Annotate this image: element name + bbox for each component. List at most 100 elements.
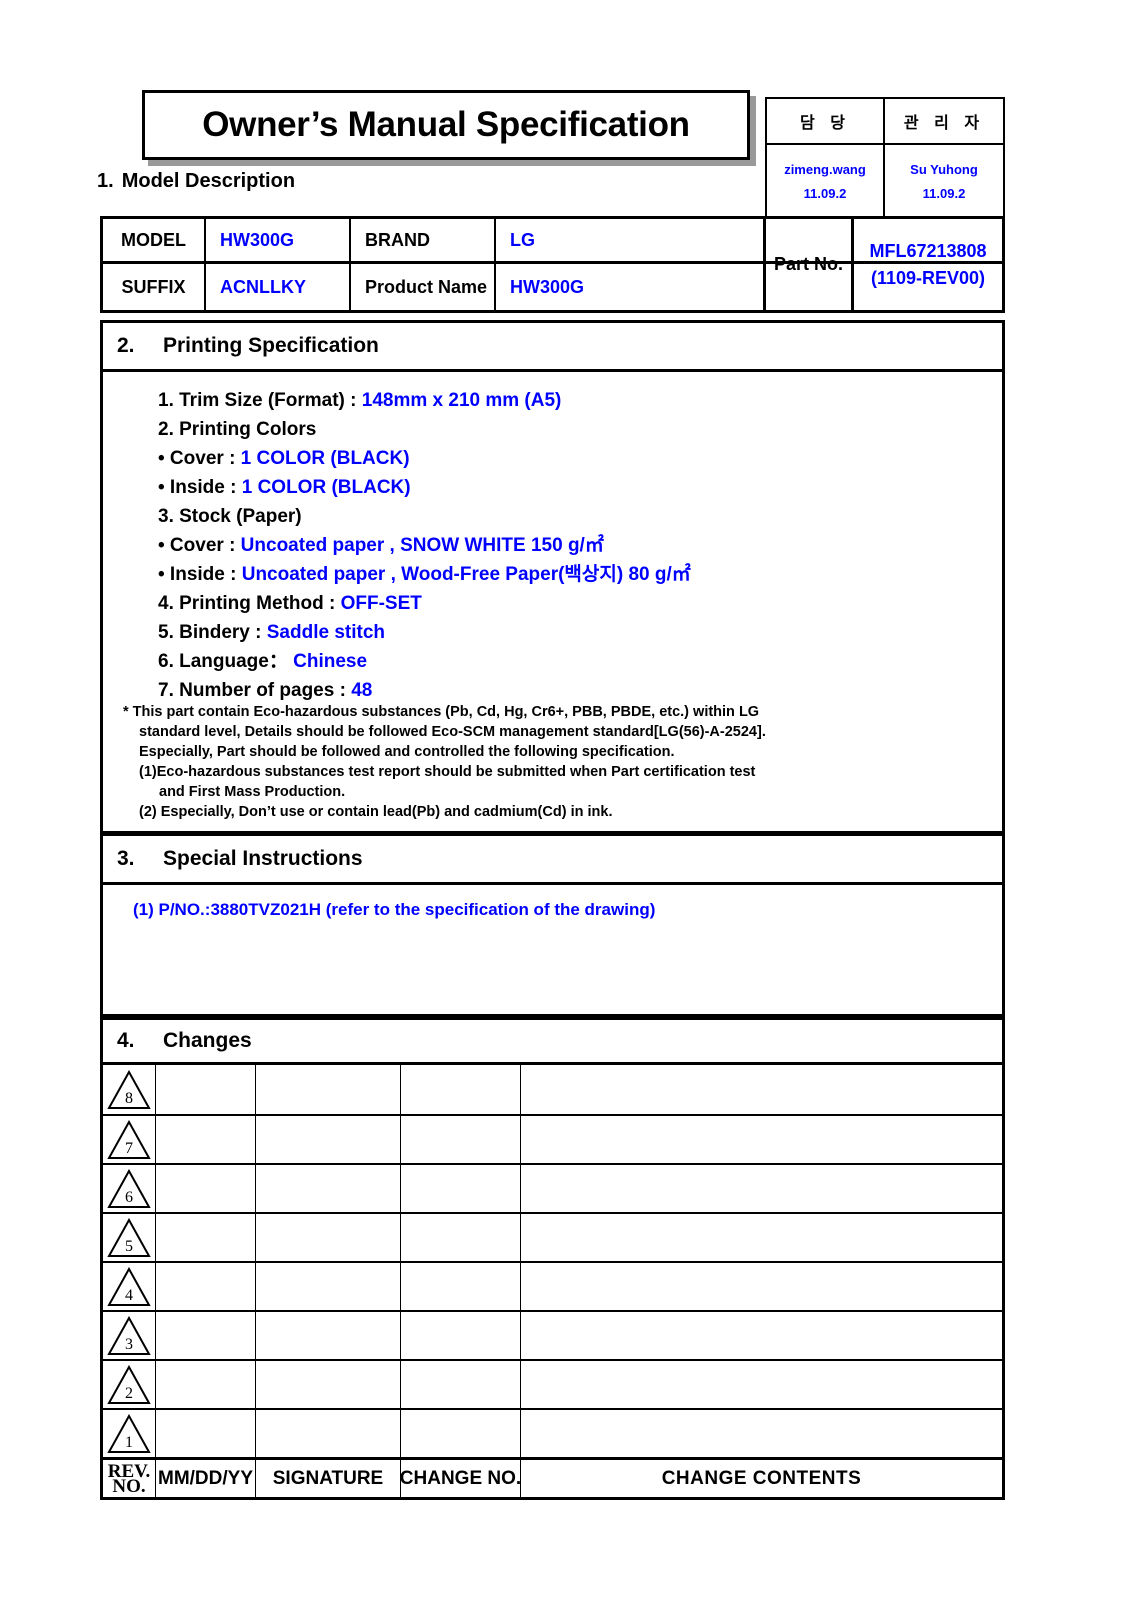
approval-table: 담 당 관 리 자 zimeng.wang 11.09.2 Su Yuhong … bbox=[765, 97, 1005, 219]
approval-header-cell-manager: 관 리 자 bbox=[885, 99, 1003, 143]
table-row: 5 bbox=[103, 1212, 1002, 1261]
spec-value-cover-color: 1 COLOR (BLACK) bbox=[240, 448, 410, 469]
section-3-heading: 3. Special Instructions bbox=[100, 833, 1005, 885]
revision-marker-cell: 1 bbox=[103, 1410, 156, 1457]
revision-marker-cell: 3 bbox=[103, 1312, 156, 1359]
spec-value-inside-color: 1 COLOR (BLACK) bbox=[241, 477, 411, 498]
section-3-title: Special Instructions bbox=[163, 847, 363, 870]
revision-change-no-cell[interactable] bbox=[401, 1214, 521, 1261]
revision-date-cell[interactable] bbox=[156, 1410, 256, 1457]
spec-line-inside-color: • Inside : 1 COLOR (BLACK) bbox=[158, 473, 988, 502]
revision-change-no-cell[interactable] bbox=[401, 1410, 521, 1457]
revision-date-cell[interactable] bbox=[156, 1214, 256, 1261]
revision-signature-cell[interactable] bbox=[256, 1065, 401, 1114]
revision-triangle-icon: 4 bbox=[107, 1266, 151, 1307]
revision-contents-cell[interactable] bbox=[521, 1361, 1002, 1408]
column-header-signature: SIGNATURE bbox=[256, 1460, 401, 1497]
revision-contents-cell[interactable] bbox=[521, 1410, 1002, 1457]
revision-date-cell[interactable] bbox=[156, 1116, 256, 1163]
revision-contents-cell[interactable] bbox=[521, 1116, 1002, 1163]
revision-contents-cell[interactable] bbox=[521, 1263, 1002, 1310]
revision-signature-cell[interactable] bbox=[256, 1165, 401, 1212]
column-header-rev-no: REV. NO. bbox=[103, 1460, 156, 1497]
eco-hazard-note: * This part contain Eco-hazardous substa… bbox=[123, 702, 993, 822]
spec-label-trim-size: 1. Trim Size (Format) : bbox=[158, 390, 362, 411]
spec-label-stock: 3. Stock (Paper) bbox=[158, 506, 302, 527]
revision-number: 2 bbox=[125, 1384, 133, 1402]
revision-change-no-cell[interactable] bbox=[401, 1116, 521, 1163]
section-4-title: Changes bbox=[163, 1029, 252, 1052]
column-header-change-contents: CHANGE CONTENTS bbox=[661, 1467, 862, 1489]
approver-name-charge: zimeng.wang bbox=[784, 161, 866, 177]
approver-name-manager: Su Yuhong bbox=[910, 161, 978, 177]
revision-triangle-icon: 6 bbox=[107, 1168, 151, 1209]
table-row: 6 bbox=[103, 1163, 1002, 1212]
revision-marker-cell: 4 bbox=[103, 1263, 156, 1310]
revision-signature-cell[interactable] bbox=[256, 1214, 401, 1261]
table-row: 7 bbox=[103, 1114, 1002, 1163]
revision-change-no-cell[interactable] bbox=[401, 1263, 521, 1310]
approver-date-charge: 11.09.2 bbox=[803, 185, 847, 201]
revision-contents-cell[interactable] bbox=[521, 1312, 1002, 1359]
section-2-title: Printing Specification bbox=[163, 334, 379, 357]
revision-date-cell[interactable] bbox=[156, 1361, 256, 1408]
revision-marker-cell: 8 bbox=[103, 1065, 156, 1114]
revision-signature-cell[interactable] bbox=[256, 1361, 401, 1408]
revision-signature-cell[interactable] bbox=[256, 1312, 401, 1359]
approval-cell-manager: Su Yuhong 11.09.2 bbox=[885, 145, 1003, 217]
revision-date-cell[interactable] bbox=[156, 1165, 256, 1212]
spec-label-inside-stock: • Inside : bbox=[158, 564, 242, 585]
revision-signature-cell[interactable] bbox=[256, 1116, 401, 1163]
spec-line-cover-color: • Cover : 1 COLOR (BLACK) bbox=[158, 444, 988, 473]
approval-header-label-charge: 담 당 bbox=[799, 113, 850, 132]
revision-contents-cell[interactable] bbox=[521, 1214, 1002, 1261]
revision-date-cell[interactable] bbox=[156, 1312, 256, 1359]
eco-note-line-4: (1)Eco-hazardous substances test report … bbox=[139, 764, 756, 780]
revision-triangle-icon: 8 bbox=[107, 1069, 151, 1110]
approver-date-manager: 11.09.2 bbox=[922, 185, 966, 201]
eco-note-line-5: and First Mass Production. bbox=[159, 784, 346, 800]
revision-triangle-icon: 2 bbox=[107, 1364, 151, 1405]
printing-spec-list: 1. Trim Size (Format) : 148mm x 210 mm (… bbox=[158, 386, 988, 705]
revision-contents-cell[interactable] bbox=[521, 1165, 1002, 1212]
revision-number: 5 bbox=[125, 1237, 133, 1255]
revision-change-no-cell[interactable] bbox=[401, 1361, 521, 1408]
rev-label-line-2: NO. bbox=[112, 1475, 146, 1497]
part-no-value: MFL67213808 (1109-REV00) bbox=[851, 219, 1002, 310]
revision-change-no-cell[interactable] bbox=[401, 1312, 521, 1359]
section-4-heading: 4. Changes bbox=[100, 1017, 1005, 1065]
spec-value-language: Chinese bbox=[293, 651, 368, 672]
spec-value-cover-stock: Uncoated paper , SNOW WHITE 150 g/㎡ bbox=[240, 535, 604, 556]
product-name-label: Product Name bbox=[351, 264, 496, 310]
revision-date-cell[interactable] bbox=[156, 1263, 256, 1310]
revision-signature-cell[interactable] bbox=[256, 1410, 401, 1457]
revision-signature-cell[interactable] bbox=[256, 1263, 401, 1310]
changes-table: 8 7 6 5 4 3 2 1 REV. NO. MM/DD/YY SIGNAT… bbox=[100, 1065, 1005, 1500]
revision-date-cell[interactable] bbox=[156, 1065, 256, 1114]
special-instruction-line: (1) P/NO.:3880TVZ021H (refer to the spec… bbox=[133, 900, 656, 919]
spec-line-trim-size: 1. Trim Size (Format) : 148mm x 210 mm (… bbox=[158, 386, 988, 415]
spec-line-language: 6. Language： Chinese bbox=[158, 647, 988, 676]
table-row: 1 bbox=[103, 1408, 1002, 1457]
spec-line-bindery: 5. Bindery : Saddle stitch bbox=[158, 618, 988, 647]
revision-change-no-cell[interactable] bbox=[401, 1165, 521, 1212]
spec-value-printing-method: OFF-SET bbox=[340, 593, 422, 614]
table-row: 4 bbox=[103, 1261, 1002, 1310]
revision-contents-cell[interactable] bbox=[521, 1065, 1002, 1114]
revision-number: 4 bbox=[125, 1286, 133, 1304]
table-row: 8 bbox=[103, 1065, 1002, 1114]
section-1-heading: 1. Model Description bbox=[97, 170, 295, 193]
spec-label-printing-method: 4. Printing Method : bbox=[158, 593, 341, 614]
section-2-number: 2. bbox=[117, 334, 135, 357]
column-header-change-no: CHANGE NO. bbox=[400, 1460, 521, 1497]
revision-number: 8 bbox=[125, 1089, 133, 1107]
document-page: Owner’s Manual Specification 담 당 관 리 자 z… bbox=[0, 0, 1132, 1600]
section-3-number: 3. bbox=[117, 847, 135, 870]
section-2-heading: 2. Printing Specification bbox=[100, 320, 1005, 372]
model-value: HW300G bbox=[206, 219, 351, 261]
revision-change-no-cell[interactable] bbox=[401, 1065, 521, 1114]
revision-marker-cell: 2 bbox=[103, 1361, 156, 1408]
section-4-number: 4. bbox=[117, 1029, 135, 1052]
revision-triangle-icon: 1 bbox=[107, 1413, 151, 1454]
eco-note-line-1: * This part contain Eco-hazardous substa… bbox=[123, 704, 760, 720]
